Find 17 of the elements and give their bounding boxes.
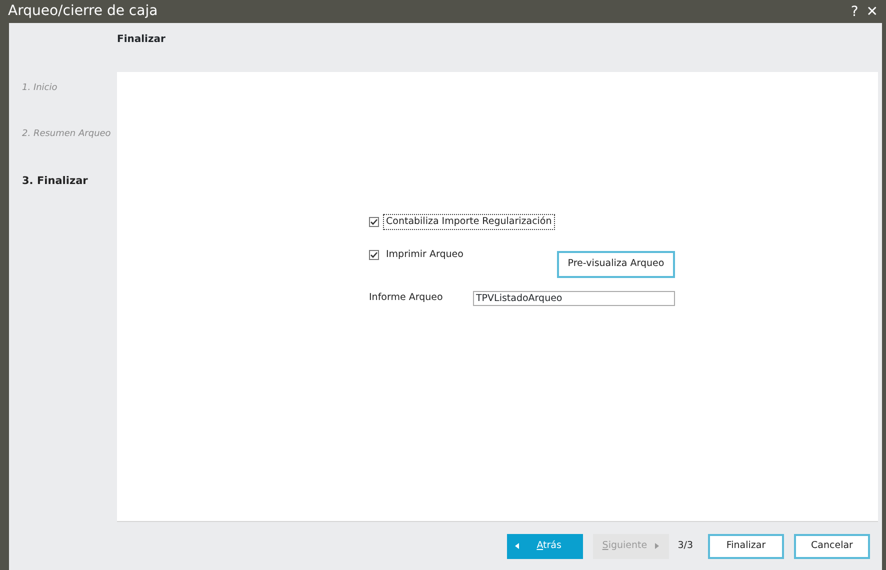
finish-button[interactable]: Finalizar bbox=[708, 534, 784, 558]
step-item[interactable]: 3. Finalizar bbox=[22, 174, 117, 220]
window-title: Arqueo/cierre de caja bbox=[8, 2, 159, 21]
checkbox-label: Contabiliza Importe Regularización bbox=[383, 214, 555, 230]
checkbox-label: Imprimir Arqueo bbox=[385, 248, 464, 262]
checkbox[interactable] bbox=[369, 250, 379, 260]
checkbox[interactable] bbox=[369, 217, 379, 227]
page-counter: 3/3 bbox=[678, 538, 693, 553]
preview-button[interactable]: Pre-visualiza Arqueo bbox=[557, 251, 675, 278]
report-field[interactable]: TPVListadoArqueo bbox=[473, 291, 675, 306]
field-label: Informe Arqueo bbox=[369, 291, 444, 306]
cancel-button[interactable]: Cancelar bbox=[794, 534, 870, 558]
left-triangle-icon bbox=[514, 542, 519, 549]
help-button[interactable]: ? bbox=[846, 4, 862, 18]
close-button[interactable]: ✕ bbox=[862, 4, 882, 18]
right-triangle-icon bbox=[655, 542, 660, 549]
page-heading: Finalizar bbox=[117, 33, 166, 47]
